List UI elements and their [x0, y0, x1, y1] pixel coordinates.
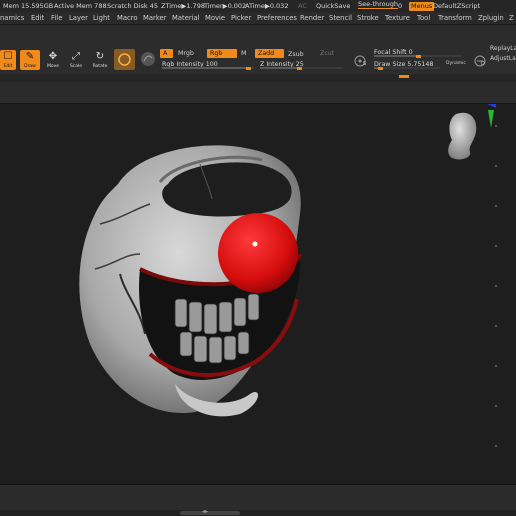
move-button[interactable]: ✥ Move	[43, 50, 63, 70]
s-label: S	[363, 61, 367, 67]
focal-shift-slider[interactable]: Focal Shift 0	[374, 48, 462, 58]
rgb-intensity-slider[interactable]: Rgb Intensity 100	[162, 60, 254, 70]
material-selector[interactable]	[139, 50, 157, 68]
z-intensity-slider[interactable]: Z Intensity 25	[260, 60, 342, 70]
rgb-toggle[interactable]: Rgb	[207, 49, 237, 58]
menu-movie[interactable]: Movie	[205, 12, 225, 24]
menu-dynamics[interactable]: namics	[0, 12, 24, 24]
dynamic-toggle[interactable]: Dynamic	[446, 59, 466, 68]
rotate-label: Rotate	[92, 64, 108, 69]
menus-button[interactable]: Menus	[409, 1, 435, 11]
adjust-last-button[interactable]: AdjustLa	[490, 54, 516, 64]
scale-label: Scale	[69, 64, 83, 69]
menu-tool[interactable]: Tool	[417, 12, 430, 24]
move-label: Move	[46, 64, 60, 69]
clown-nose[interactable]	[218, 213, 298, 293]
zadd-toggle[interactable]: Zadd	[255, 49, 284, 58]
menu-zscript[interactable]: Z	[509, 12, 514, 24]
menu-zplugin[interactable]: Zplugin	[478, 12, 504, 24]
status-bar: Mem 15.595GB Active Mem 788 Scratch Disk…	[0, 0, 516, 12]
timer-readout: Timer▶0.002	[204, 2, 247, 10]
edit-button[interactable]: ☐ Edit	[0, 50, 16, 70]
ac-label: AC	[298, 2, 307, 10]
tool-shelf: ☐ Edit ✎ Draw ✥ Move ⤢ Scale ↻ Rotate A …	[0, 24, 516, 74]
depth-button[interactable]: D	[472, 53, 488, 69]
see-through-value: 0	[398, 2, 403, 10]
sculpt-viewport[interactable]	[0, 104, 516, 484]
draw-icon: ✎	[25, 51, 35, 62]
brush-icon	[118, 53, 131, 66]
menu-light[interactable]: Light	[93, 12, 110, 24]
shelf-scroll-marker[interactable]	[399, 75, 409, 78]
draw-button[interactable]: ✎ Draw	[20, 50, 40, 70]
default-zscript-button[interactable]: DefaultZScript	[433, 0, 480, 12]
menu-picker[interactable]: Picker	[231, 12, 251, 24]
menu-file[interactable]: File	[51, 12, 62, 24]
top-tray	[0, 82, 516, 104]
material-sphere-icon	[141, 52, 155, 66]
menu-bar: namics Edit File Layer Light Macro Marke…	[0, 12, 516, 24]
right-panel: ReplayLa AdjustLa	[487, 44, 516, 74]
rotate-icon: ↻	[95, 51, 105, 62]
m-toggle[interactable]: M	[241, 49, 246, 58]
atime-readout: ATime▶0.032	[245, 2, 289, 10]
zcut-toggle[interactable]: Zcut	[320, 49, 334, 58]
scale-button[interactable]: ⤢ Scale	[66, 50, 86, 70]
menu-render[interactable]: Render	[300, 12, 324, 24]
menu-material[interactable]: Material	[172, 12, 200, 24]
lazy-step-button[interactable]: S	[352, 53, 368, 69]
menu-transform[interactable]: Transform	[438, 12, 472, 24]
draw-size-slider[interactable]: Draw Size 5.75148	[374, 60, 440, 70]
expand-arrows-icon: ◂▸	[202, 508, 209, 515]
brush-selector[interactable]	[114, 49, 135, 70]
see-through-slider[interactable]: See-through	[358, 0, 399, 9]
scratch-disk-readout: Scratch Disk 45	[107, 2, 158, 10]
menu-stencil[interactable]: Stencil	[329, 12, 352, 24]
menu-stroke[interactable]: Stroke	[357, 12, 379, 24]
menu-edit[interactable]: Edit	[31, 12, 44, 24]
shelf-divider	[0, 74, 516, 82]
menu-marker[interactable]: Marker	[143, 12, 167, 24]
scale-icon: ⤢	[72, 51, 80, 62]
bottom-strip	[0, 510, 516, 516]
bottom-tray	[0, 484, 516, 510]
edit-icon: ☐	[3, 51, 13, 62]
a-toggle[interactable]: A	[160, 49, 173, 58]
quicksave-button[interactable]: QuickSave	[316, 0, 350, 12]
depth-icon	[474, 55, 486, 67]
rotate-button[interactable]: ↻ Rotate	[90, 50, 110, 70]
edit-label: Edit	[3, 64, 13, 69]
active-mem-readout: Active Mem 788	[54, 2, 107, 10]
bottom-tray-handle[interactable]: ◂▸	[180, 508, 240, 515]
document-canvas[interactable]	[0, 104, 516, 484]
move-icon: ✥	[48, 51, 58, 62]
ztime-readout: ZTime▶1.798	[161, 2, 205, 10]
menu-macro[interactable]: Macro	[117, 12, 138, 24]
replay-last-button[interactable]: ReplayLa	[490, 44, 516, 54]
scroll-ticks	[495, 125, 497, 447]
zsub-toggle[interactable]: Zsub	[288, 50, 304, 59]
navigation-gizmo[interactable]	[448, 104, 496, 160]
menu-texture[interactable]: Texture	[385, 12, 410, 24]
menu-preferences[interactable]: Preferences	[257, 12, 297, 24]
mrgb-toggle[interactable]: Mrgb	[178, 49, 194, 58]
draw-label: Draw	[24, 64, 36, 69]
menu-layer[interactable]: Layer	[69, 12, 88, 24]
mem-readout: Mem 15.595GB	[3, 2, 54, 10]
d-label: D	[481, 61, 485, 67]
